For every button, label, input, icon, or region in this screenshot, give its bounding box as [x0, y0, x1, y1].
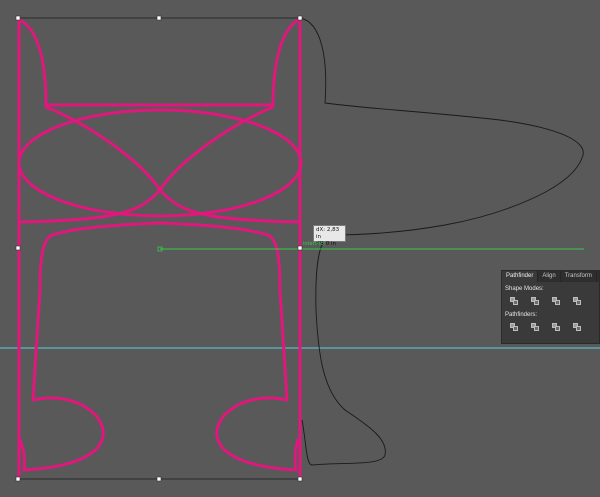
- handle-top-center: [156, 15, 162, 21]
- unite-icon[interactable]: [510, 297, 519, 306]
- panel-tabs: Pathfinder Align Transform: [502, 271, 599, 282]
- exclude-icon[interactable]: [573, 297, 582, 306]
- pathfinders-row: [510, 323, 599, 332]
- handle-bottom-center: [156, 476, 162, 482]
- handle-bottom-right: [297, 476, 303, 482]
- minus-front-icon[interactable]: [531, 297, 540, 306]
- smart-guide-label: intersect: [303, 241, 326, 247]
- handle-top-right: [297, 15, 303, 21]
- handle-middle-left: [15, 245, 21, 251]
- merge-icon[interactable]: [552, 323, 561, 332]
- intersect-icon[interactable]: [552, 297, 561, 306]
- dx-readout: dX: 2,83 in: [316, 227, 340, 240]
- tab-pathfinder[interactable]: Pathfinder: [502, 271, 539, 282]
- divide-icon[interactable]: [510, 323, 519, 332]
- handle-middle-right: [297, 245, 303, 251]
- crop-icon[interactable]: [573, 323, 582, 332]
- tab-transform[interactable]: Transform: [561, 271, 597, 282]
- trim-icon[interactable]: [531, 323, 540, 332]
- shape-modes-row: [510, 297, 599, 306]
- tab-align[interactable]: Align: [538, 271, 561, 282]
- handle-bottom-left: [15, 476, 21, 482]
- artboard-canvas[interactable]: [0, 0, 600, 497]
- pathfinder-panel: Pathfinder Align Transform Shape Modes: …: [501, 270, 600, 344]
- shape-modes-title: Shape Modes:: [505, 286, 544, 292]
- move-measurement-tooltip: dX: 2,83 in dY: 0 in: [313, 225, 346, 247]
- handle-top-left: [15, 15, 21, 21]
- pathfinders-title: Pathfinders:: [505, 312, 538, 318]
